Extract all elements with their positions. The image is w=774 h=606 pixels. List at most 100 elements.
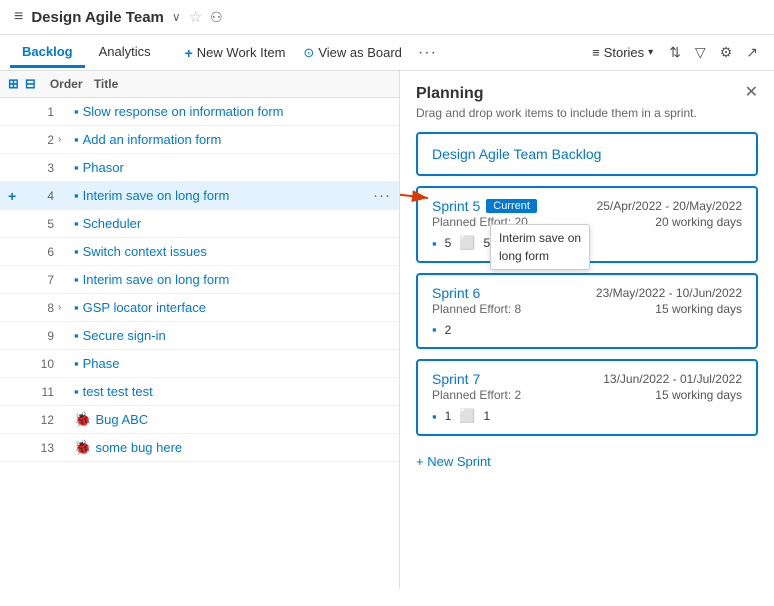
- table-row: 10 ▪ Phase: [0, 350, 399, 378]
- row-title[interactable]: Switch context issues: [83, 244, 207, 259]
- row-title[interactable]: Phase: [83, 356, 120, 371]
- new-work-item-button[interactable]: + New Work Item: [177, 42, 294, 64]
- table-row: 8 › ▪ GSP locator interface: [0, 294, 399, 322]
- sprint-7-name[interactable]: Sprint 7: [432, 371, 480, 387]
- sprint-5-days: 20 working days: [655, 215, 742, 229]
- story-icon: ▪: [74, 216, 79, 231]
- table-row: 7 ▪ Interim save on long form: [0, 266, 399, 294]
- story-icon: ▪: [74, 244, 79, 259]
- story-count-icon: ▪: [432, 409, 437, 424]
- bug-icon: 🐞: [74, 439, 91, 456]
- backlog-sprint-card[interactable]: Design Agile Team Backlog: [416, 132, 758, 176]
- story-icon: ▪: [74, 384, 79, 399]
- table-row: 11 ▪ test test test: [0, 378, 399, 406]
- row-plus-icon[interactable]: +: [8, 188, 22, 204]
- add-col-icon[interactable]: ⊞: [8, 76, 19, 92]
- table-row: 2 › ▪ Add an information form: [0, 126, 399, 154]
- menu-icon: ≡: [14, 8, 23, 26]
- table-row: 3 ▪ Phasor: [0, 154, 399, 182]
- row-number: 4: [26, 189, 54, 203]
- row-number: 13: [26, 441, 54, 455]
- plus-icon: +: [185, 45, 193, 61]
- row-number: 9: [26, 329, 54, 343]
- tab-backlog[interactable]: Backlog: [10, 38, 85, 68]
- table-row: 5 ▪ Scheduler: [0, 210, 399, 238]
- story-icon: ▪: [74, 356, 79, 371]
- table-row: 12 🐞 Bug ABC: [0, 406, 399, 434]
- table-row: 13 🐞 some bug here: [0, 434, 399, 462]
- table-row: + 4 ▪ Interim save on long form ···: [0, 182, 399, 210]
- backlog-column-header: ⊞ ⊟ Order Title: [0, 71, 399, 98]
- table-row: 6 ▪ Switch context issues: [0, 238, 399, 266]
- task-count-icon: ⬜: [459, 408, 475, 424]
- row-number: 2: [26, 133, 54, 147]
- row-title[interactable]: some bug here: [95, 440, 182, 455]
- row-expand[interactable]: ›: [58, 302, 70, 313]
- table-row: 1 ▪ Slow response on information form: [0, 98, 399, 126]
- row-number: 5: [26, 217, 54, 231]
- row-title[interactable]: GSP locator interface: [83, 300, 206, 315]
- row-title[interactable]: Secure sign-in: [83, 328, 166, 343]
- list-icon: ≡: [592, 45, 600, 60]
- sprint-6-days: 15 working days: [655, 302, 742, 316]
- sprint-7-card: Sprint 7 13/Jun/2022 - 01/Jul/2022 Plann…: [416, 359, 758, 436]
- sprint-6-dates: 23/May/2022 - 10/Jun/2022: [596, 286, 742, 300]
- chevron-down-icon[interactable]: ∨: [172, 10, 181, 24]
- row-title[interactable]: Phasor: [83, 160, 124, 175]
- story-icon: ▪: [74, 300, 79, 315]
- settings-button[interactable]: ⚙: [714, 41, 739, 64]
- header: ≡ Design Agile Team ∨ ☆ ⚇: [0, 0, 774, 35]
- view-as-board-button[interactable]: ⊙ View as Board: [295, 42, 410, 64]
- sprint-5-card: Sprint 5 Current 25/Apr/2022 - 20/May/20…: [416, 186, 758, 263]
- backlog-list: ⊞ ⊟ Order Title 1 ▪ Slow response on inf…: [0, 71, 400, 589]
- remove-col-icon[interactable]: ⊟: [25, 76, 36, 92]
- row-number: 8: [26, 301, 54, 315]
- row-number: 1: [26, 105, 54, 119]
- row-title[interactable]: test test test: [83, 384, 153, 399]
- sprint-6-story-count: 2: [445, 323, 452, 337]
- bug-icon: 🐞: [74, 411, 91, 428]
- sprint-6-card: Sprint 6 23/May/2022 - 10/Jun/2022 Plann…: [416, 273, 758, 349]
- more-button[interactable]: ···: [412, 41, 443, 65]
- current-badge: Current: [486, 199, 537, 213]
- person-icon[interactable]: ⚇: [210, 9, 223, 26]
- row-title[interactable]: Add an information form: [83, 132, 222, 147]
- star-icon[interactable]: ☆: [189, 8, 202, 26]
- filter-button[interactable]: ▽: [689, 41, 712, 64]
- sprint-5-dates: 25/Apr/2022 - 20/May/2022: [597, 199, 742, 213]
- stories-button[interactable]: ≡ Stories ▾: [584, 42, 661, 63]
- story-icon: ▪: [74, 188, 79, 203]
- sprint-5-name[interactable]: Sprint 5: [432, 198, 480, 214]
- row-number: 3: [26, 161, 54, 175]
- row-title[interactable]: Slow response on information form: [83, 104, 284, 119]
- sprint-7-dates: 13/Jun/2022 - 01/Jul/2022: [603, 372, 742, 386]
- row-number: 7: [26, 273, 54, 287]
- order-col-header: Order: [50, 77, 88, 91]
- row-title[interactable]: Bug ABC: [95, 412, 148, 427]
- row-title[interactable]: Interim save on long form: [83, 272, 230, 287]
- row-number: 11: [26, 385, 54, 399]
- row-expand[interactable]: ›: [58, 134, 70, 145]
- story-icon: ▪: [74, 104, 79, 119]
- planning-close-button[interactable]: ✕: [745, 85, 758, 101]
- planning-subtitle: Drag and drop work items to include them…: [416, 106, 758, 120]
- main-content: ⊞ ⊟ Order Title 1 ▪ Slow response on inf…: [0, 71, 774, 589]
- filter-settings-button[interactable]: ⇅: [663, 41, 687, 64]
- planning-header: Planning ✕: [416, 85, 758, 103]
- backlog-card-title: Design Agile Team Backlog: [432, 146, 601, 162]
- story-count-icon: ▪: [432, 322, 437, 337]
- row-number: 10: [26, 357, 54, 371]
- expand-button[interactable]: ↗: [740, 41, 764, 64]
- board-icon: ⊙: [303, 45, 314, 61]
- sprint-7-effort: Planned Effort: 2: [432, 388, 521, 402]
- row-title[interactable]: Scheduler: [83, 216, 142, 231]
- sprint-7-story-count: 1: [445, 409, 452, 423]
- row-title[interactable]: Interim save on long form: [83, 188, 230, 203]
- project-title: Design Agile Team: [31, 9, 164, 26]
- more-icon[interactable]: ···: [373, 187, 391, 204]
- sprint-7-task-count: 1: [483, 409, 490, 423]
- tab-analytics[interactable]: Analytics: [87, 38, 163, 68]
- sprint-6-name[interactable]: Sprint 6: [432, 285, 480, 301]
- story-icon: ▪: [74, 132, 79, 147]
- new-sprint-button[interactable]: + New Sprint: [416, 450, 491, 473]
